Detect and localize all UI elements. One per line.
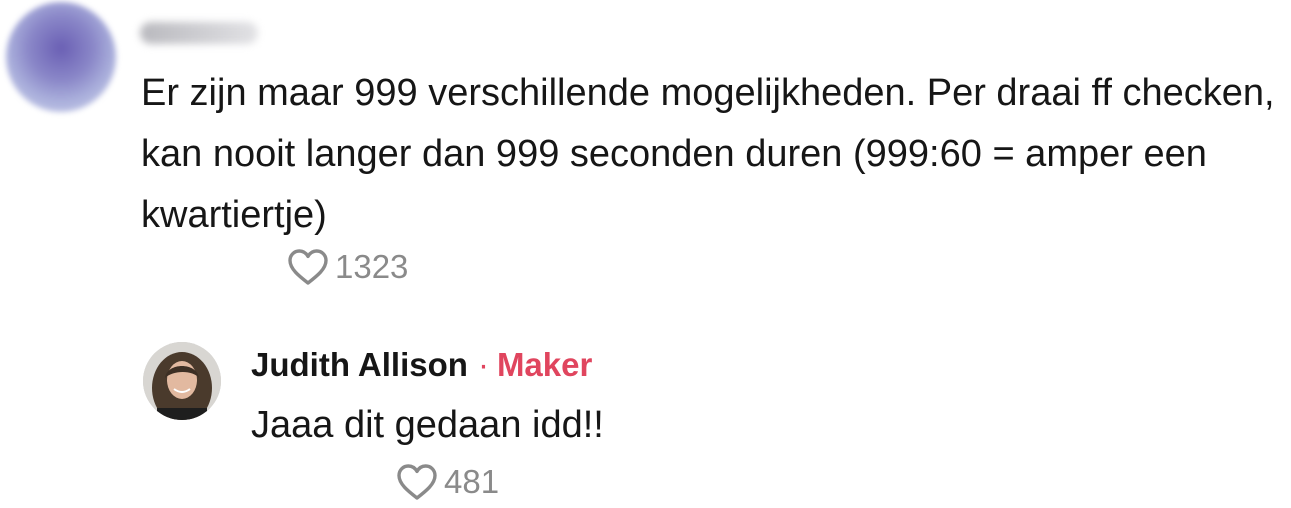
reply-text: Jaaa dit gedaan idd!!	[251, 404, 604, 446]
like-button[interactable]: 1323	[287, 248, 408, 286]
reply-author[interactable]: Judith Allison	[251, 346, 468, 384]
like-count: 481	[444, 463, 500, 500]
heart-outline-icon	[396, 463, 438, 501]
heart-outline-icon	[287, 248, 329, 286]
separator: ·	[477, 346, 489, 383]
creator-badge: Maker	[496, 346, 593, 383]
like-count: 1323	[335, 248, 409, 285]
comment-text: Er zijn maar 999 verschillende mogelijkh…	[141, 72, 1275, 236]
avatar[interactable]	[143, 342, 221, 420]
username-blurred[interactable]	[140, 22, 258, 44]
avatar[interactable]	[6, 2, 116, 112]
reply-header: Judith Allison · Maker	[251, 346, 592, 384]
comment-thread: Er zijn maar 999 verschillende mogelijkh…	[0, 0, 1291, 508]
like-button[interactable]: 481	[396, 463, 499, 501]
